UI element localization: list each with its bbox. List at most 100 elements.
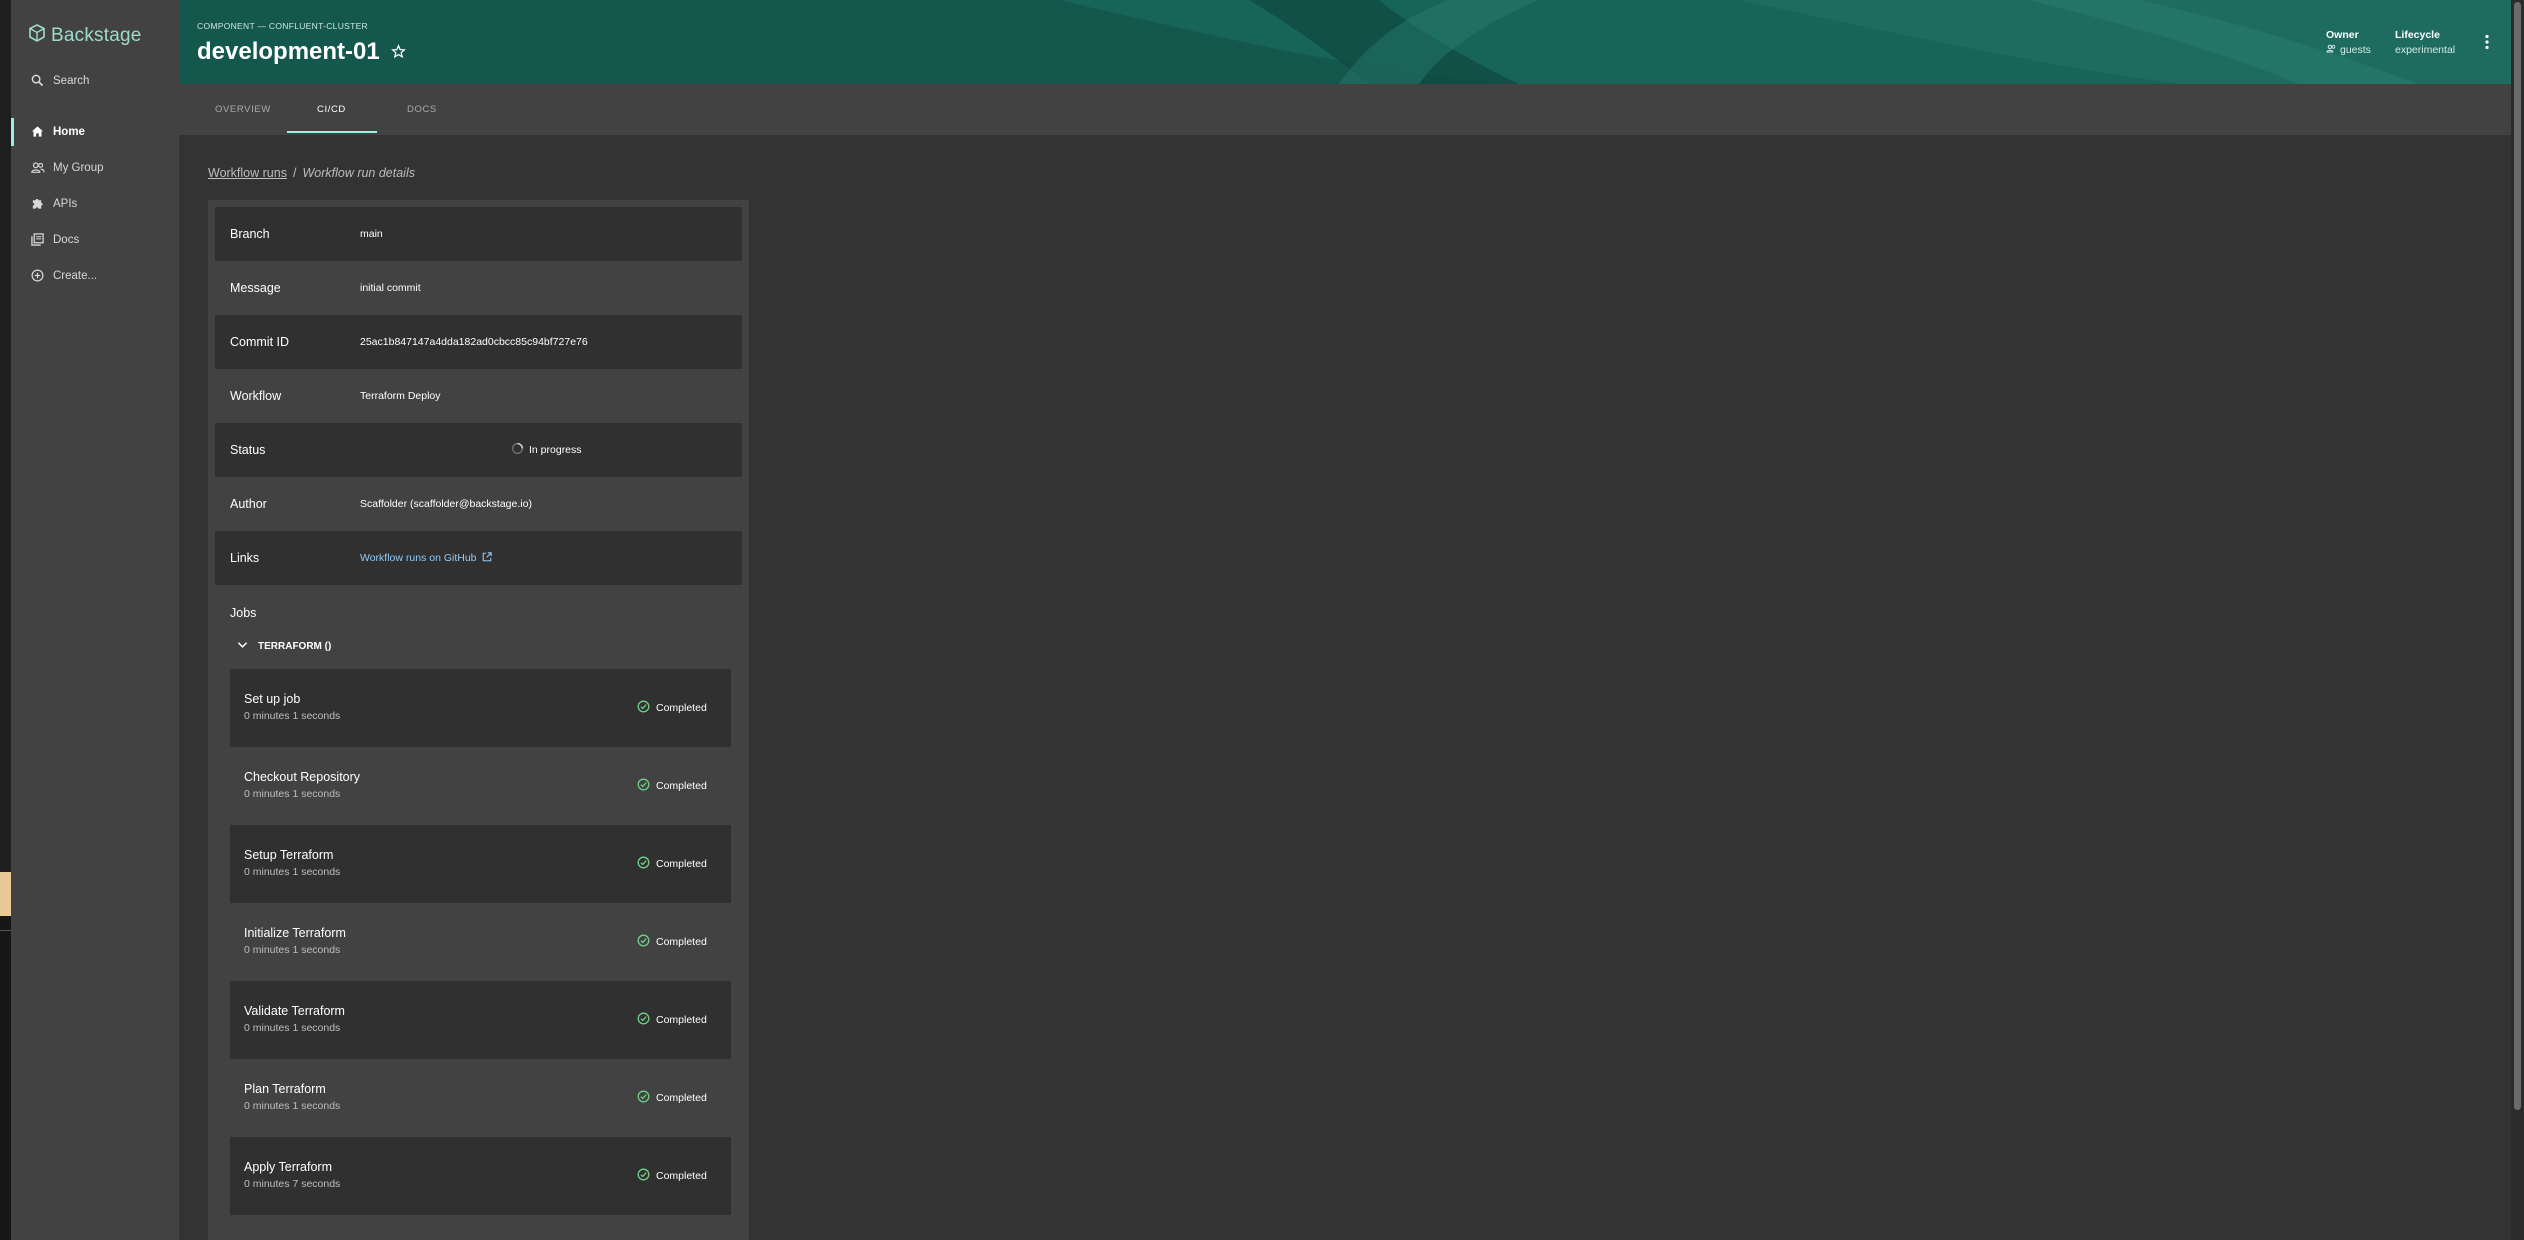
backstage-logo-icon <box>29 24 45 47</box>
job-group-name: TERRAFORM () <box>258 640 332 652</box>
scrollbar-thumb[interactable] <box>2514 2 2521 1110</box>
step-status: Completed <box>637 1168 707 1184</box>
check-circle-icon <box>637 1012 650 1028</box>
star-icon[interactable] <box>391 44 406 64</box>
step-duration: 0 minutes 1 seconds <box>244 788 341 800</box>
step-name: Initialize Terraform <box>244 926 346 940</box>
detail-label: Commit ID <box>230 335 290 349</box>
sidebar-item-my-group[interactable]: My Group <box>11 150 179 186</box>
step-status: Completed <box>637 934 707 950</box>
job-step: Apply Terraform 0 minutes 7 seconds Comp… <box>230 1137 731 1215</box>
lifecycle-label: Lifecycle <box>2395 29 2440 41</box>
chevron-down-icon <box>237 641 248 652</box>
step-status-text: Completed <box>656 1014 707 1026</box>
open-in-new-icon <box>482 551 492 565</box>
search-icon <box>31 74 45 88</box>
breadcrumb-current: Workflow run details <box>302 166 415 180</box>
app-name: Backstage <box>51 24 142 46</box>
detail-row-author: Author Scaffolder (scaffolder@backstage.… <box>215 477 742 531</box>
add-circle-icon <box>31 269 45 283</box>
tab-docs[interactable]: DOCS <box>407 84 437 135</box>
detail-label: Branch <box>230 227 270 241</box>
status-text: In progress <box>529 444 582 456</box>
step-status-text: Completed <box>656 1170 707 1182</box>
step-name: Validate Terraform <box>244 1004 345 1018</box>
window-edge-highlight <box>0 872 11 916</box>
job-accordion-terraform[interactable]: TERRAFORM () <box>237 636 331 656</box>
check-circle-icon <box>637 700 650 716</box>
job-step: Set up job 0 minutes 1 seconds Completed <box>230 669 731 747</box>
group-icon <box>31 161 45 175</box>
sidebar-item-docs[interactable]: Docs <box>11 222 179 258</box>
breadcrumb: Workflow runs / Workflow run details <box>208 166 415 180</box>
sidebar: Backstage Search Home My Group APIs Docs… <box>11 0 179 1240</box>
check-circle-icon <box>637 856 650 872</box>
detail-label: Links <box>230 551 260 565</box>
owner-value[interactable]: guests <box>2326 44 2371 56</box>
detail-row-branch: Branch main <box>215 207 742 261</box>
detail-row-message: Message initial commit <box>215 261 742 315</box>
detail-value: Scaffolder (scaffolder@backstage.io) <box>360 498 532 510</box>
link-text: Workflow runs on GitHub <box>360 552 477 564</box>
step-status-text: Completed <box>656 1092 707 1104</box>
step-status: Completed <box>637 1012 707 1028</box>
job-step: Initialize Terraform 0 minutes 1 seconds… <box>230 903 731 981</box>
backstage-logo[interactable]: Backstage <box>29 24 142 47</box>
app-window: Backstage Search Home My Group APIs Docs… <box>0 0 2524 1240</box>
window-edge-divider <box>0 930 11 931</box>
sidebar-item-label: Docs <box>53 234 80 246</box>
page-title: development-01 <box>197 38 380 65</box>
step-duration: 0 minutes 1 seconds <box>244 866 341 878</box>
sidebar-item-label: APIs <box>53 198 78 210</box>
sidebar-item-home[interactable]: Home <box>11 114 179 150</box>
workflow-run-details: Branch main Message initial commit Commi… <box>208 200 749 1240</box>
step-name: Setup Terraform <box>244 848 334 862</box>
github-workflow-link[interactable]: Workflow runs on GitHub <box>360 551 492 565</box>
active-tab-indicator <box>287 131 377 133</box>
step-duration: 0 minutes 1 seconds <box>244 1100 341 1112</box>
step-name: Checkout Repository <box>244 770 361 784</box>
breadcrumb-separator: / <box>292 166 297 180</box>
detail-label: Workflow <box>230 389 282 403</box>
step-status: Completed <box>637 1090 707 1106</box>
sidebar-item-label: Home <box>53 126 85 138</box>
job-step: Validate Terraform 0 minutes 1 seconds C… <box>230 981 731 1059</box>
window-edge-dark <box>0 916 11 1240</box>
sidebar-item-label: Create... <box>53 270 98 282</box>
breadcrumb-workflow-runs[interactable]: Workflow runs <box>208 166 287 180</box>
sidebar-item-label: My Group <box>53 162 104 174</box>
check-circle-icon <box>637 778 650 794</box>
sidebar-item-create[interactable]: Create... <box>11 258 179 294</box>
detail-row-links: Links Workflow runs on GitHub <box>215 531 742 585</box>
sidebar-search[interactable]: Search <box>11 63 179 99</box>
sidebar-item-apis[interactable]: APIs <box>11 186 179 222</box>
step-duration: 0 minutes 1 seconds <box>244 1022 341 1034</box>
library-icon <box>31 233 45 247</box>
step-duration: 0 minutes 1 seconds <box>244 710 341 722</box>
detail-value: initial commit <box>360 282 421 294</box>
step-status-text: Completed <box>656 858 707 870</box>
job-step: Plan Terraform 0 minutes 1 seconds Compl… <box>230 1059 731 1137</box>
tab-ci-cd[interactable]: CI/CD <box>317 84 346 135</box>
step-name: Plan Terraform <box>244 1082 326 1096</box>
sidebar-search-label: Search <box>53 75 90 87</box>
header-wave-pattern <box>179 0 2511 84</box>
more-vert-icon[interactable] <box>2484 34 2490 55</box>
detail-label: Status <box>230 443 266 457</box>
owner-name: guests <box>2340 44 2371 56</box>
tab-overview[interactable]: OVERVIEW <box>215 84 271 135</box>
lifecycle-value: experimental <box>2395 44 2456 56</box>
detail-label: Author <box>230 497 267 511</box>
detail-value: main <box>360 228 383 240</box>
step-status: Completed <box>637 778 707 794</box>
group-icon <box>2326 44 2337 56</box>
check-circle-icon <box>637 1090 650 1106</box>
step-duration: 0 minutes 1 seconds <box>244 944 341 956</box>
step-status: Completed <box>637 700 707 716</box>
step-status-text: Completed <box>656 936 707 948</box>
jobs-heading: Jobs <box>230 606 257 620</box>
check-circle-icon <box>637 934 650 950</box>
detail-row-workflow: Workflow Terraform Deploy <box>215 369 742 423</box>
entity-tabs: OVERVIEW CI/CD DOCS <box>179 84 2511 135</box>
detail-row-commit-id: Commit ID 25ac1b847147a4dda182ad0cbcc85c… <box>215 315 742 369</box>
